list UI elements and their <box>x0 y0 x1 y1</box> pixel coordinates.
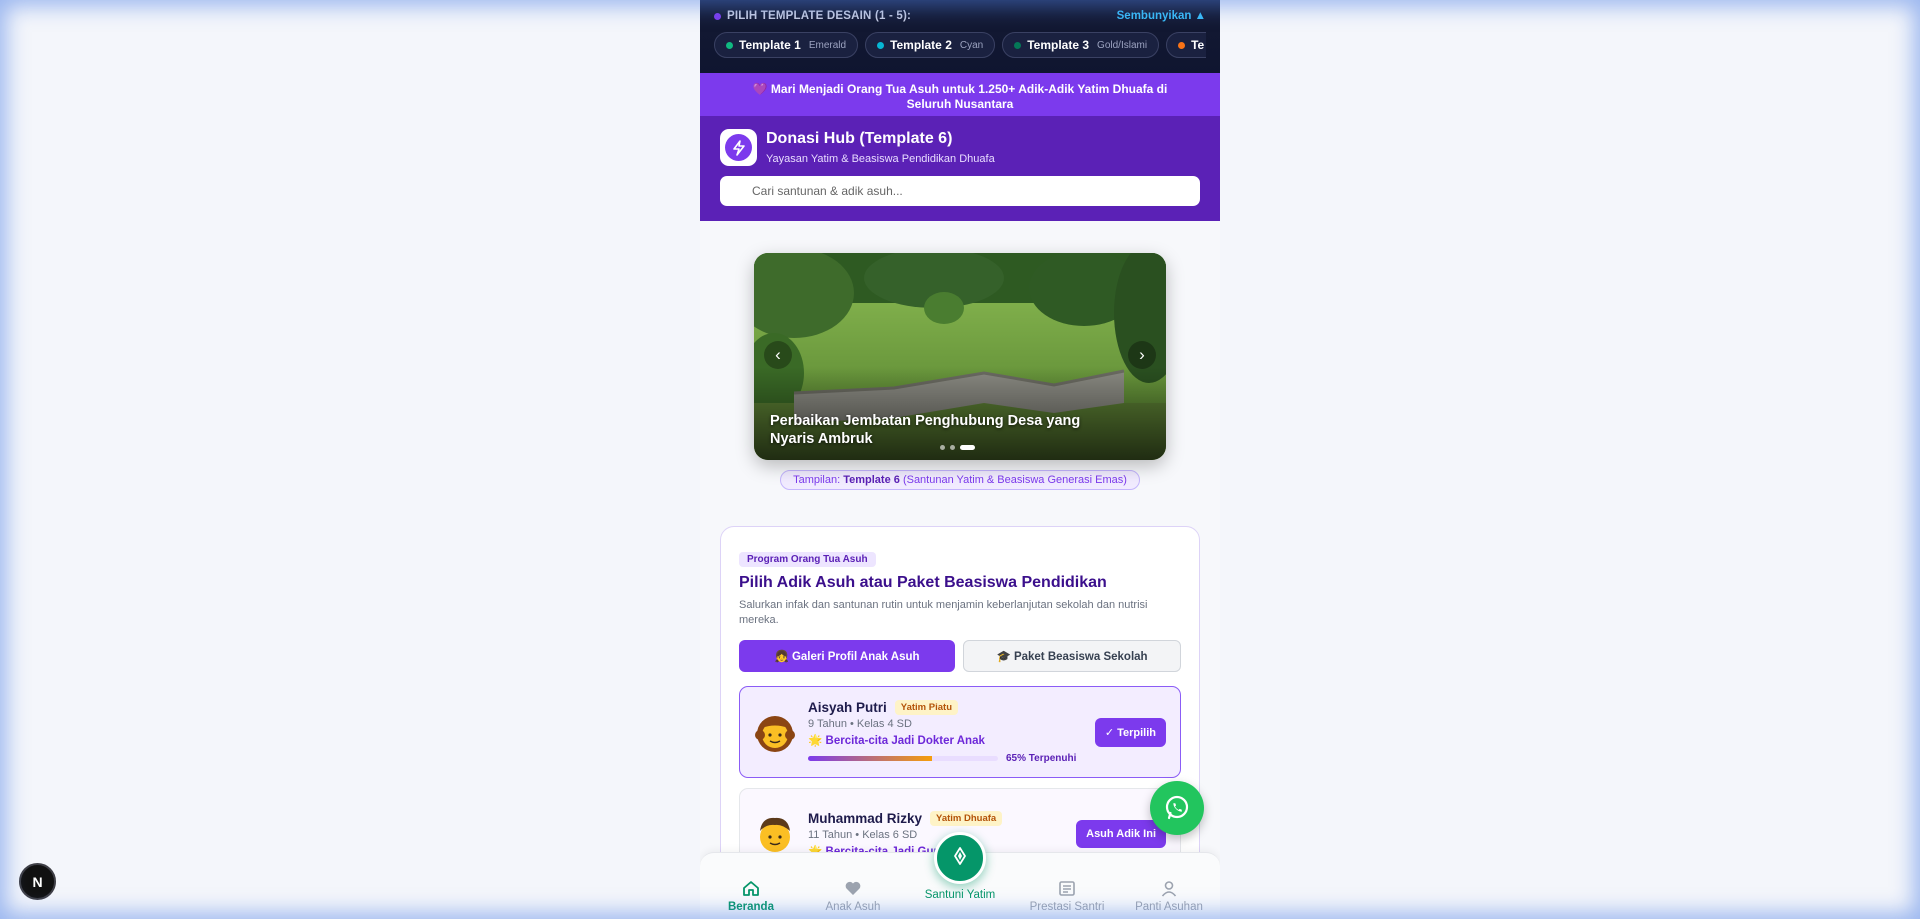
indicator-template: Template 6 <box>843 474 900 486</box>
child-dream: 🌟 Bercita-cita Jadi Dokter Anak <box>808 735 985 747</box>
chip-name: Template 1 <box>739 38 801 52</box>
carousel-dot-active[interactable] <box>960 445 975 450</box>
nav-panti-asuhan[interactable]: Panti Asuhan <box>1118 853 1220 919</box>
app-subtitle: Yayasan Yatim & Beasiswa Pendidikan Dhua… <box>766 153 995 165</box>
nav-anak-asuh[interactable]: Anak Asuh <box>802 853 904 919</box>
app-header: Donasi Hub (Template 6) Yayasan Yatim & … <box>700 116 1220 221</box>
child-meta: 9 Tahun • Kelas 4 SD <box>808 718 912 730</box>
brand-logo <box>720 129 757 166</box>
indicator-suffix: (Santunan Yatim & Beasiswa Generasi Emas… <box>902 474 1127 486</box>
chip-dot-icon <box>877 41 885 49</box>
chip-name: Template 2 <box>890 38 952 52</box>
status-badge: Yatim Dhuafa <box>930 810 1003 826</box>
template-chip-1[interactable]: Template 1 Emerald <box>714 32 859 58</box>
whatsapp-icon <box>1165 795 1189 820</box>
nav-label: Anak Asuh <box>825 901 881 913</box>
child-name: Muhammad Rizky <box>808 810 923 826</box>
drop-icon <box>954 847 966 865</box>
chip-name: Te <box>1191 38 1205 52</box>
lightning-icon <box>725 134 752 161</box>
user-icon <box>1161 881 1177 897</box>
boy-avatar-icon <box>760 817 790 852</box>
program-tabs: 👧 Galeri Profil Anak Asuh 🎓 Paket Beasis… <box>739 640 1181 672</box>
nav-label: Beranda <box>727 901 774 913</box>
template-picker: PILIH TEMPLATE DESAIN (1 - 5): Sembunyik… <box>700 0 1220 73</box>
nav-label: Santuni Yatim <box>924 889 996 901</box>
whatsapp-button[interactable] <box>1150 781 1204 835</box>
program-description: Salurkan infak dan santunan rutin untuk … <box>739 599 1148 626</box>
hero-carousel: ‹ › Perbaikan Jembatan Penghubung Desa y… <box>754 253 1166 460</box>
nav-prestasi-santri[interactable]: Prestasi Santri <box>1016 853 1118 919</box>
carousel-dot[interactable] <box>940 445 945 450</box>
picker-title: PILIH TEMPLATE DESAIN (1 - 5): <box>714 10 911 22</box>
chip-sub: Gold/Islami <box>1097 39 1148 51</box>
progress-label: 65% Terpenuhi <box>1006 753 1077 764</box>
chip-dot-icon <box>726 41 733 49</box>
chip-sub: Cyan <box>959 39 984 51</box>
promo-banner: 💜 Mari Menjadi Orang Tua Asuh untuk 1.25… <box>700 73 1220 116</box>
program-tag: Program Orang Tua Asuh <box>739 552 876 567</box>
adopt-child-button[interactable]: Asuh Adik Ini <box>1076 820 1166 848</box>
bottom-nav: Beranda Anak Asuh Santuni Yatim Prestasi… <box>700 832 1220 919</box>
app-name: Donasi Hub (Template 6) <box>766 130 953 147</box>
status-badge: Yatim Piatu <box>894 700 958 715</box>
app-frame: PILIH TEMPLATE DESAIN (1 - 5): Sembunyik… <box>700 0 1220 919</box>
template-chip-4[interactable]: Te <box>1166 32 1206 58</box>
carousel-caption: Perbaikan Jembatan Penghubung Desa yang … <box>770 413 1081 447</box>
carousel-prev-button[interactable]: ‹ <box>764 341 792 369</box>
brand: Donasi Hub (Template 6) Yayasan Yatim & … <box>720 129 1200 166</box>
template-indicator: Tampilan: Template 6 (Santunan Yatim & B… <box>780 470 1140 490</box>
nav-label: Prestasi Santri <box>1029 901 1105 913</box>
template-chips: Template 1 Emerald Template 2 Cyan Templ… <box>714 32 1206 58</box>
child-name: Aisyah Putri <box>808 700 887 715</box>
template-chip-3[interactable]: Template 3 Gold/Islami <box>1002 32 1160 58</box>
tab-gallery[interactable]: 👧 Galeri Profil Anak Asuh <box>739 640 955 672</box>
carousel-next-button[interactable]: › <box>1128 341 1156 369</box>
home-icon <box>743 881 759 896</box>
picker-dot-icon <box>714 12 721 20</box>
carousel-dots <box>940 445 975 450</box>
chip-dot-icon <box>1014 41 1022 49</box>
funding-progress-bar <box>808 756 998 761</box>
tab-package[interactable]: 🎓 Paket Beasiswa Sekolah <box>963 640 1181 672</box>
hide-picker-button[interactable]: Sembunyikan ▲ <box>1117 10 1206 22</box>
nav-santuni-yatim[interactable]: Santuni Yatim <box>904 832 1016 919</box>
progress-fill <box>808 756 932 761</box>
chip-dot-icon <box>1178 41 1186 49</box>
heart-icon <box>845 881 861 895</box>
program-title: Pilih Adik Asuh atau Paket Beasiswa Pend… <box>739 574 1107 591</box>
chip-sub: Emerald <box>808 39 847 51</box>
next-dev-badge[interactable]: N <box>19 863 56 900</box>
girl-avatar-icon <box>755 716 795 752</box>
search-input[interactable] <box>720 176 1200 206</box>
newspaper-icon <box>1059 881 1075 896</box>
picker-title-text: PILIH TEMPLATE DESAIN (1 - 5): <box>727 10 912 22</box>
select-child-button[interactable]: ✓ Terpilih <box>1094 717 1166 747</box>
child-card[interactable]: Aisyah Putri Yatim Piatu 9 Tahun • Kelas… <box>739 686 1181 778</box>
nav-beranda[interactable]: Beranda <box>700 853 802 919</box>
donate-center-button[interactable] <box>933 832 986 884</box>
template-chip-2[interactable]: Template 2 Cyan <box>865 32 996 58</box>
chip-name: Template 3 <box>1027 38 1090 52</box>
indicator-prefix: Tampilan: <box>793 474 841 486</box>
nav-label: Panti Asuhan <box>1135 901 1203 913</box>
carousel-dot[interactable] <box>950 445 955 450</box>
